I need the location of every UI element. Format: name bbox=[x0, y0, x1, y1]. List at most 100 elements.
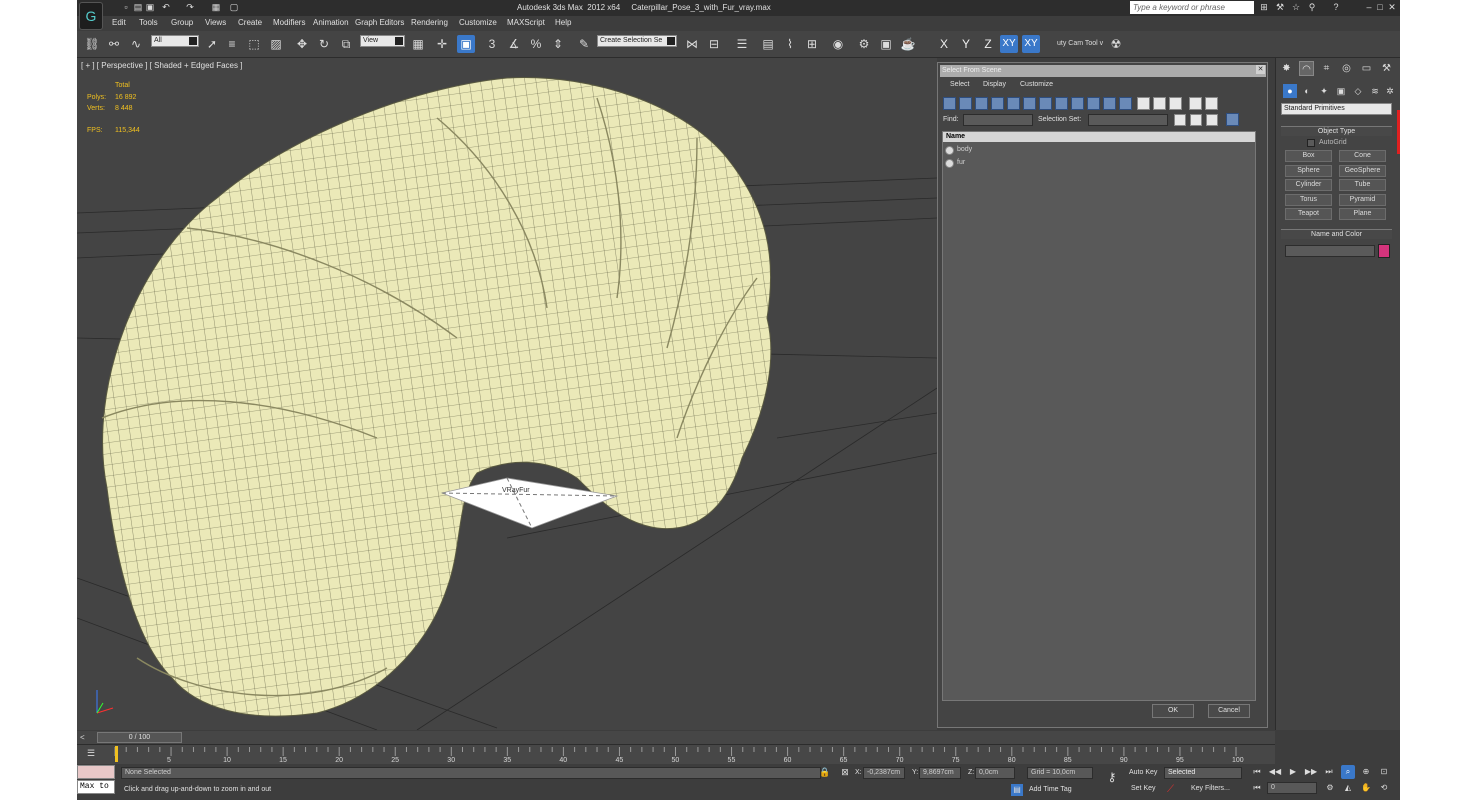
time-config-icon[interactable]: ⚙ bbox=[1323, 781, 1337, 795]
menu-views[interactable]: Views bbox=[205, 18, 226, 27]
scene-object-list[interactable]: Name body fur bbox=[942, 131, 1256, 701]
display-tab-icon[interactable]: ▭ bbox=[1359, 61, 1374, 76]
filter-xrefs-icon[interactable] bbox=[1055, 97, 1068, 110]
go-to-end-icon[interactable]: ⏭ bbox=[1322, 765, 1336, 779]
key-mode-toggle-icon[interactable]: ⏮ bbox=[1250, 781, 1264, 795]
selection-filter-dropdown[interactable]: All bbox=[151, 35, 199, 47]
selset-select-icon[interactable] bbox=[1206, 114, 1218, 126]
menu-graph-editors[interactable]: Graph Editors bbox=[355, 18, 404, 27]
motion-tab-icon[interactable]: ◎ bbox=[1339, 61, 1354, 76]
category-dropdown[interactable]: Standard Primitives bbox=[1281, 103, 1392, 115]
absolute-mode-icon[interactable]: ⊠ bbox=[839, 766, 851, 778]
next-frame-icon[interactable]: ▶▶ bbox=[1304, 765, 1318, 779]
menu-create[interactable]: Create bbox=[238, 18, 262, 27]
bookmark-icon[interactable]: ⚲ bbox=[1306, 2, 1318, 13]
filter-frozen-icon[interactable] bbox=[1103, 97, 1116, 110]
z-coordinate-field[interactable]: 0,0cm bbox=[975, 767, 1015, 779]
link-icon[interactable]: ⛓ bbox=[83, 35, 101, 53]
select-by-name-icon[interactable]: ≡ bbox=[223, 35, 241, 53]
name-color-rollout[interactable]: Name and Color bbox=[1281, 229, 1392, 239]
filter-funnel-icon[interactable] bbox=[1189, 97, 1202, 110]
spinner-snap-icon[interactable]: ⇕ bbox=[549, 35, 567, 53]
reference-coordinate-dropdown[interactable]: View bbox=[360, 35, 405, 47]
lock-icon[interactable]: 🔒 bbox=[819, 766, 831, 778]
axis-z-button[interactable]: Z bbox=[979, 35, 997, 53]
pan-icon[interactable]: ✋ bbox=[1359, 781, 1373, 795]
window-crossing-icon[interactable]: ▨ bbox=[267, 35, 285, 53]
time-tag-icon[interactable]: ▤ bbox=[1011, 784, 1023, 796]
menu-tools[interactable]: Tools bbox=[139, 18, 158, 27]
selection-set-dropdown[interactable] bbox=[1088, 114, 1168, 126]
cam-tool-label[interactable]: uty Cam Tool v bbox=[1057, 40, 1103, 47]
play-icon[interactable]: ▶ bbox=[1286, 765, 1300, 779]
axis-xy-button[interactable]: XY bbox=[1000, 35, 1018, 53]
utilities-tab-icon[interactable]: ⚒ bbox=[1379, 61, 1394, 76]
dialog-close-icon[interactable]: ✕ bbox=[1256, 65, 1265, 74]
teapot-button[interactable]: Teapot bbox=[1285, 208, 1332, 220]
dialog-menu-customize[interactable]: Customize bbox=[1020, 81, 1053, 88]
geosphere-button[interactable]: GeoSphere bbox=[1339, 165, 1386, 177]
info-icon[interactable]: ⊞ bbox=[1258, 2, 1270, 13]
find-input[interactable] bbox=[963, 114, 1033, 126]
menu-modifiers[interactable]: Modifiers bbox=[273, 18, 305, 27]
angle-snap-icon[interactable]: ∡ bbox=[505, 35, 523, 53]
filter-lights-icon[interactable] bbox=[975, 97, 988, 110]
layer-manager-icon[interactable]: ☰ bbox=[733, 35, 751, 53]
select-none-icon[interactable] bbox=[1153, 97, 1166, 110]
hold-icon[interactable]: ▦ bbox=[211, 2, 221, 13]
scale-icon[interactable]: ⧉ bbox=[337, 35, 355, 53]
time-slider-thumb[interactable]: 0 / 100 bbox=[97, 732, 182, 743]
graphite-tools-icon[interactable]: ▤ bbox=[759, 35, 777, 53]
restore-icon[interactable]: □ bbox=[1374, 2, 1386, 13]
torus-button[interactable]: Torus bbox=[1285, 194, 1332, 206]
box-button[interactable]: Box bbox=[1285, 150, 1332, 162]
advanced-filter-icon[interactable] bbox=[1205, 97, 1218, 110]
select-all-icon[interactable] bbox=[1137, 97, 1150, 110]
key-icon[interactable]: ⚷ bbox=[1101, 768, 1123, 786]
set-key-button[interactable]: Set Key bbox=[1131, 785, 1156, 792]
current-frame-field[interactable]: 0 bbox=[1267, 782, 1317, 794]
move-icon[interactable]: ✥ bbox=[293, 35, 311, 53]
systems-category-icon[interactable]: ✲ bbox=[1383, 84, 1397, 98]
menu-maxscript[interactable]: MAXScript bbox=[507, 18, 545, 27]
open-file-icon[interactable]: ▤ bbox=[133, 2, 143, 13]
schematic-view-icon[interactable]: ⊞ bbox=[803, 35, 821, 53]
mirror-icon[interactable]: ⋈ bbox=[683, 35, 701, 53]
cylinder-button[interactable]: Cylinder bbox=[1285, 179, 1332, 191]
search-input[interactable]: Type a keyword or phrase bbox=[1130, 1, 1254, 14]
menu-help[interactable]: Help bbox=[555, 18, 571, 27]
geometry-category-icon[interactable]: ● bbox=[1283, 84, 1297, 98]
zoom-all-icon[interactable]: ⊕ bbox=[1359, 765, 1373, 779]
pyramid-button[interactable]: Pyramid bbox=[1339, 194, 1386, 206]
add-time-tag[interactable]: Add Time Tag bbox=[1029, 786, 1072, 793]
x-coordinate-field[interactable]: -0,2387cm bbox=[863, 767, 905, 779]
ok-button[interactable]: OK bbox=[1152, 704, 1194, 718]
filter-hidden-icon[interactable] bbox=[1119, 97, 1132, 110]
slider-prev-icon[interactable]: < bbox=[80, 733, 85, 742]
filter-shapes-icon[interactable] bbox=[959, 97, 972, 110]
maxscript-mini-listener[interactable]: Max to bbox=[77, 780, 115, 794]
app-menu-button[interactable]: G bbox=[79, 2, 103, 30]
cameras-category-icon[interactable]: ▣ bbox=[1334, 84, 1348, 98]
zoom-extents-icon[interactable]: ⊡ bbox=[1377, 765, 1391, 779]
percent-snap-icon[interactable]: % bbox=[527, 35, 545, 53]
rendered-frame-window-icon[interactable]: ▣ bbox=[877, 35, 895, 53]
object-type-rollout[interactable]: Object Type bbox=[1281, 126, 1392, 136]
maxscript-listener-pink[interactable] bbox=[77, 765, 115, 779]
sync-selection-icon[interactable] bbox=[1226, 113, 1239, 126]
bind-space-warp-icon[interactable]: ∿ bbox=[127, 35, 145, 53]
selset-add-icon[interactable] bbox=[1174, 114, 1186, 126]
axis-x-button[interactable]: X bbox=[935, 35, 953, 53]
list-item[interactable]: fur bbox=[943, 157, 1255, 169]
new-file-icon[interactable]: ▫ bbox=[121, 2, 131, 13]
plane-button[interactable]: Plane bbox=[1339, 208, 1386, 220]
key-mode-dropdown[interactable]: Selected bbox=[1164, 767, 1242, 779]
rotate-icon[interactable]: ↻ bbox=[315, 35, 333, 53]
sphere-button[interactable]: Sphere bbox=[1285, 165, 1332, 177]
key-filters-button[interactable]: Key Filters... bbox=[1191, 785, 1230, 792]
previous-frame-icon[interactable]: ◀◀ bbox=[1268, 765, 1282, 779]
filter-geometry-icon[interactable] bbox=[943, 97, 956, 110]
axis-xy-cycle-button[interactable]: XY bbox=[1022, 35, 1040, 53]
y-coordinate-field[interactable]: 9,8697cm bbox=[919, 767, 961, 779]
dialog-menu-select[interactable]: Select bbox=[950, 81, 969, 88]
